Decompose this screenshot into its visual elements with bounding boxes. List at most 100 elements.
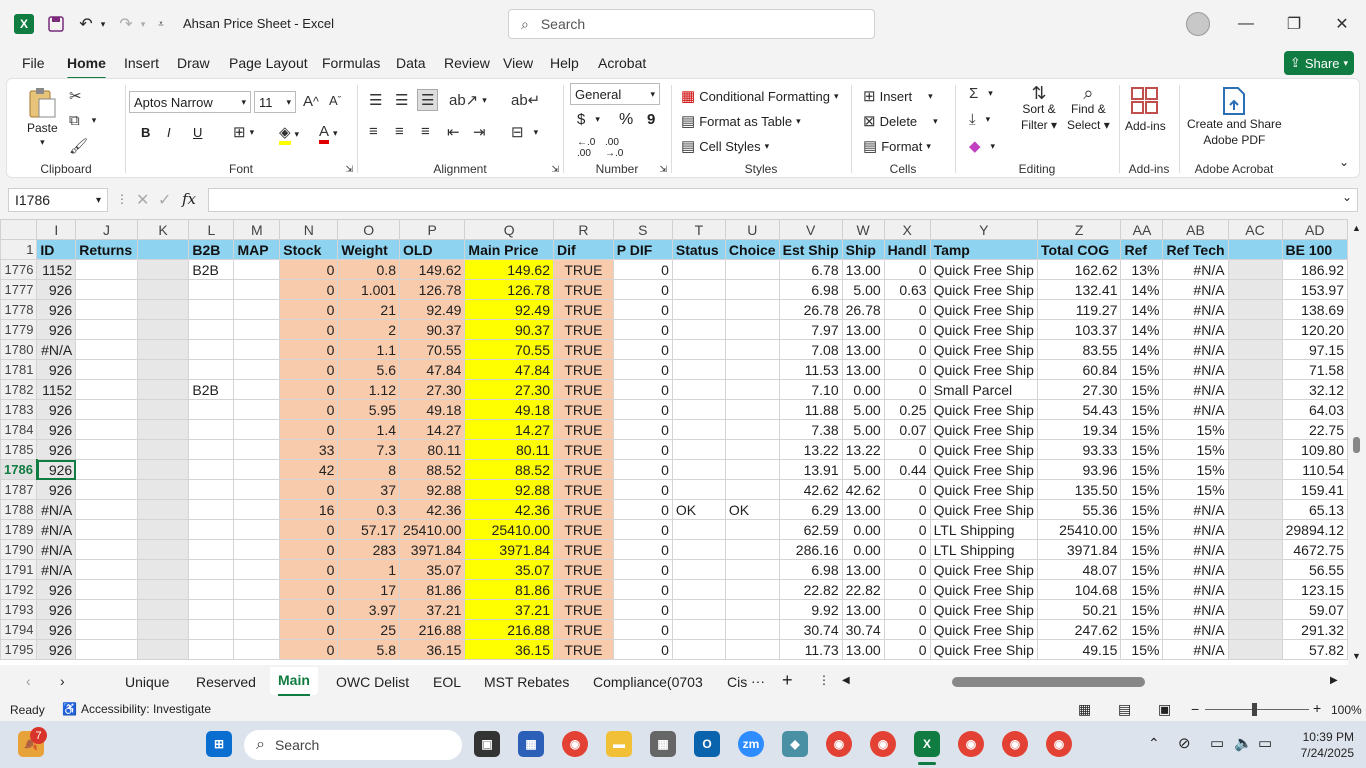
grid-cell[interactable]: 1152 [36,379,77,400]
page-break-view-icon[interactable]: ▣ [1158,701,1171,718]
grid-cell[interactable]: 13.22 [778,439,843,460]
grid-cell[interactable]: 153.97 [1281,279,1348,300]
grid-cell[interactable]: 926 [36,279,77,300]
normal-view-icon[interactable]: ▦ [1078,701,1091,718]
grid-cell[interactable]: 70.55 [398,339,466,360]
grid-cell[interactable]: 35.07 [398,559,466,580]
column-header[interactable]: V [778,219,843,240]
grid-cell[interactable]: 6.98 [778,559,843,580]
grid-cell[interactable] [671,459,726,480]
grid-cell[interactable]: 926 [36,419,77,440]
grid-cell[interactable] [671,299,726,320]
grid-cell[interactable]: 0 [612,299,673,320]
chrome-icon[interactable]: ◉ [562,731,588,757]
grid-cell[interactable]: 37 [337,479,400,500]
grid-cell[interactable]: 14.27 [398,419,466,440]
grid-cell[interactable]: 6.78 [778,259,843,280]
grid-cell[interactable] [188,319,235,340]
task-view-icon[interactable]: ▣ [474,731,500,757]
grid-cell[interactable] [75,559,138,580]
grid-cell[interactable]: TRUE [553,279,614,300]
grid-cell[interactable]: #N/A [36,539,77,560]
grid-cell[interactable]: 0 [279,619,339,640]
grid-cell[interactable]: 0 [279,579,339,600]
header-cell[interactable]: B2B [188,239,235,260]
grid-cell[interactable] [233,639,281,660]
grid-cell[interactable]: 92.88 [398,479,466,500]
currency-button[interactable]: $ ▾ [577,111,600,128]
grid-cell[interactable] [1227,459,1283,480]
grid-cell[interactable] [671,279,726,300]
tab-home[interactable]: Home [67,55,106,80]
grid-cell[interactable]: 0 [279,299,339,320]
create-pdf-button[interactable]: Create and Share Adobe PDF [1187,87,1282,147]
grid-cell[interactable]: 3971.84 [398,539,466,560]
font-color-button[interactable]: A ▾ [319,123,338,144]
grid-cell[interactable] [233,479,281,500]
grid-cell[interactable] [188,519,235,540]
grid-cell[interactable] [136,639,190,660]
grid-cell[interactable]: Quick Free Ship [929,599,1038,620]
scroll-left-icon[interactable]: ◀ [842,675,850,686]
grid-cell[interactable]: Quick Free Ship [929,459,1038,480]
next-sheet-icon[interactable]: › [60,673,65,689]
grid-cell[interactable]: 97.15 [1281,339,1348,360]
grid-cell[interactable] [136,379,190,400]
grid-cell[interactable]: 0 [279,599,339,620]
grid-cell[interactable]: #N/A [1162,539,1229,560]
header-cell[interactable]: Ref Tech [1162,239,1229,260]
grid-cell[interactable]: TRUE [553,639,614,660]
chrome-profile-icon[interactable]: ◉ [958,731,984,757]
grid-cell[interactable]: 50.21 [1036,599,1122,620]
grid-cell[interactable]: 47.84 [398,359,466,380]
grid-cell[interactable]: 0 [883,519,931,540]
grid-cell[interactable]: 49.18 [464,399,555,420]
grid-cell[interactable]: 0 [883,339,931,360]
grid-cell[interactable]: 119.27 [1036,299,1122,320]
grid-cell[interactable]: 0 [612,319,673,340]
grid-cell[interactable]: 138.69 [1281,299,1348,320]
grid-cell[interactable] [724,339,780,360]
column-header[interactable]: P [398,219,466,240]
grid-cell[interactable]: 80.11 [464,439,555,460]
grid-cell[interactable]: 283 [337,539,400,560]
grid-cell[interactable]: 1.1 [337,339,400,360]
grid-cell[interactable]: 109.80 [1281,439,1348,460]
grid-cell[interactable]: 71.58 [1281,359,1348,380]
grid-cell[interactable]: 90.37 [398,319,466,340]
grid-cell[interactable] [1227,579,1283,600]
grid-cell[interactable]: 15% [1162,419,1229,440]
grid-cell[interactable]: 15% [1120,399,1164,420]
excel-taskbar-icon[interactable]: X [914,731,940,757]
grid-cell[interactable]: 247.62 [1036,619,1122,640]
grid-cell[interactable] [233,619,281,640]
grid-cell[interactable]: #N/A [36,339,77,360]
grid-cell[interactable]: TRUE [553,419,614,440]
grid-cell[interactable]: 7.3 [337,439,400,460]
grid-cell[interactable] [75,279,138,300]
grid-cell[interactable]: 5.8 [337,639,400,660]
grid-cell[interactable]: TRUE [553,539,614,560]
grid-cell[interactable]: LTL Shipping [929,519,1038,540]
grid-cell[interactable]: 0 [612,519,673,540]
grid-cell[interactable]: Quick Free Ship [929,319,1038,340]
cut-button[interactable]: ✂ [69,87,82,105]
grid-cell[interactable]: 103.37 [1036,319,1122,340]
grid-cell[interactable] [671,339,726,360]
grid-cell[interactable]: 0 [612,479,673,500]
grid-cell[interactable]: TRUE [553,299,614,320]
chrome-profile-icon[interactable]: ◉ [1002,731,1028,757]
grid-cell[interactable]: 0 [279,279,339,300]
taskbar-search[interactable]: ⌕ Search [244,730,462,760]
column-header[interactable]: AB [1162,219,1229,240]
grid-cell[interactable]: 926 [36,639,77,660]
add-sheet-icon[interactable]: + [782,670,793,691]
grid-cell[interactable]: 60.84 [1036,359,1122,380]
grid-cell[interactable]: Quick Free Ship [929,499,1038,520]
page-layout-view-icon[interactable]: ▤ [1118,701,1131,718]
column-header[interactable]: AC [1227,219,1283,240]
grid-cell[interactable] [136,439,190,460]
grid-cell[interactable]: 13.00 [841,259,885,280]
undo-icon[interactable]: ↶ [76,14,96,34]
grid-cell[interactable]: 0 [612,339,673,360]
